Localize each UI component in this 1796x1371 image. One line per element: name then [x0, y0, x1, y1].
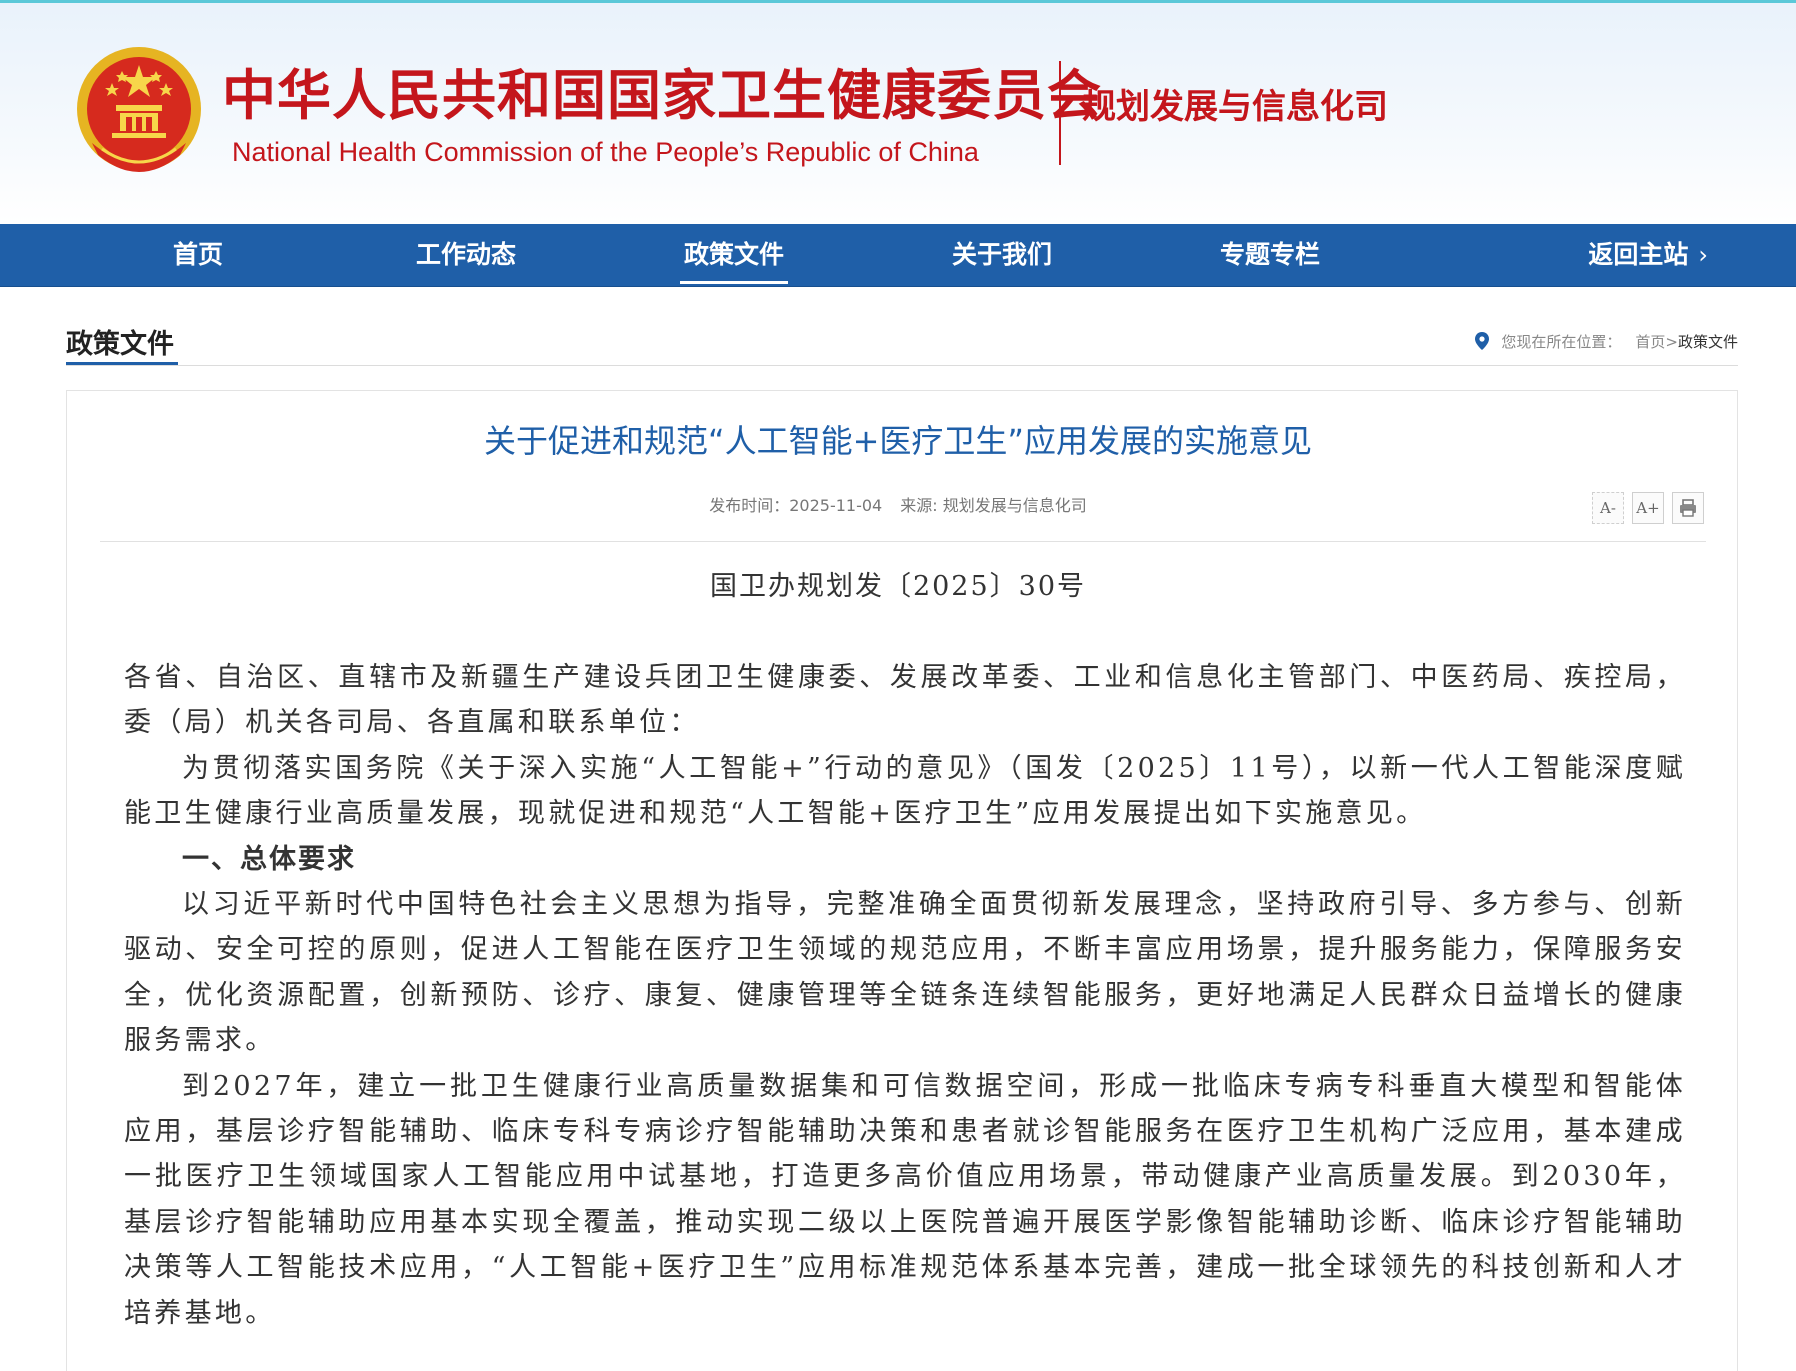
main-nav: 首页 工作动态 政策文件 关于我们 专题专栏 返回主站 › [0, 224, 1796, 287]
publish-date-label: 发布时间： [709, 496, 790, 515]
return-main-site-label: 返回主站 [1588, 240, 1689, 269]
font-increase-label: A+ [1636, 499, 1660, 517]
breadcrumb-home-link[interactable]: 首页 [1635, 333, 1665, 351]
department-name: 规划发展与信息化司 [1082, 87, 1388, 127]
breadcrumb-current: 政策文件 [1677, 333, 1738, 351]
breadcrumb: 您现在所在位置： 首页>政策文件 [1474, 331, 1738, 353]
nav-item-about-us[interactable]: 关于我们 [948, 224, 1056, 286]
article-title: 关于促进和规范“人工智能+医疗卫生”应用发展的实施意见 [484, 422, 1312, 460]
article-body: 各省、自治区、直辖市及新疆生产建设兵团卫生健康委、发展改革委、工业和信息化主管部… [124, 655, 1686, 1336]
site-title-cn: 中华人民共和国国家卫生健康委员会 [222, 64, 1102, 127]
site-title-en: National Health Commission of the People… [232, 137, 979, 167]
chevron-right-icon: › [1698, 241, 1708, 269]
article-meta: 发布时间：2025-11-04 来源: 规划发展与信息化司 [0, 494, 1796, 518]
section-divider [66, 365, 1738, 366]
font-decrease-button[interactable]: A- [1592, 492, 1624, 524]
header-divider [1059, 61, 1061, 165]
nav-item-policy-docs[interactable]: 政策文件 [680, 224, 788, 286]
font-decrease-label: A- [1600, 499, 1616, 517]
article-paragraph-addressees: 各省、自治区、直辖市及新疆生产建设兵团卫生健康委、发展改革委、工业和信息化主管部… [124, 662, 1686, 739]
nav-item-home[interactable]: 首页 [158, 224, 238, 286]
article-tools: A- A+ [1584, 492, 1704, 526]
location-pin-icon [1474, 332, 1489, 350]
print-icon [1680, 499, 1696, 517]
site-header: 中华人民共和国国家卫生健康委员会 National Health Commiss… [0, 3, 1796, 223]
section-title: 政策文件 [66, 329, 174, 360]
article-paragraph: 为贯彻落实国务院《关于深入实施“人工智能+”行动的意见》（国发〔2025〕11号… [124, 752, 1686, 830]
print-button[interactable] [1672, 492, 1704, 524]
nav-item-work-news[interactable]: 工作动态 [412, 224, 520, 286]
article-section-heading: 一、总体要求 [182, 843, 356, 875]
nav-item-special-topics[interactable]: 专题专栏 [1216, 224, 1324, 286]
source-label: 来源: [900, 496, 938, 515]
document-number: 国卫办规划发〔2025〕30号 [709, 571, 1087, 602]
national-emblem-icon [77, 47, 201, 172]
article-paragraph: 以习近平新时代中国特色社会主义思想为指导，完整准确全面贯彻新发展理念，坚持政府引… [124, 889, 1686, 1057]
publish-date: 2025-11-04 [789, 496, 883, 515]
breadcrumb-prefix: 您现在所在位置： [1501, 333, 1622, 351]
meta-divider [100, 541, 1706, 542]
font-increase-button[interactable]: A+ [1632, 492, 1664, 524]
article-paragraph: 到2027年，建立一批卫生健康行业高质量数据集和可信数据空间，形成一批临床专病专… [124, 1070, 1686, 1329]
source-value: 规划发展与信息化司 [942, 496, 1087, 515]
return-main-site-link[interactable]: 返回主站 › [1588, 224, 1708, 286]
breadcrumb-separator: > [1665, 333, 1678, 351]
